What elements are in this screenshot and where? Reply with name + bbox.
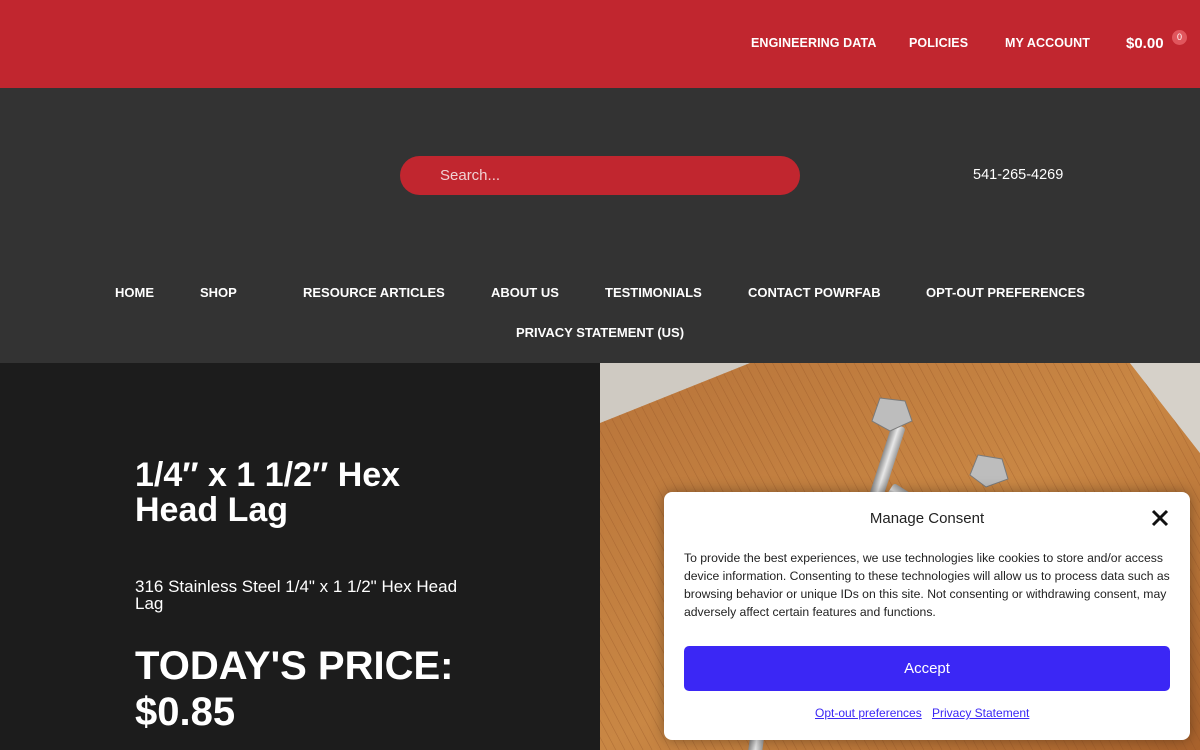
nav-resource-articles[interactable]: RESOURCE ARTICLES: [303, 285, 445, 300]
close-icon[interactable]: [1150, 508, 1170, 528]
nav-opt-out-preferences[interactable]: OPT-OUT PREFERENCES: [926, 285, 1085, 300]
search-input[interactable]: [400, 156, 800, 195]
nav-engineering-data[interactable]: ENGINEERING DATA: [751, 36, 876, 50]
cart-count-badge: 0: [1172, 30, 1187, 45]
nav-shop[interactable]: SHOP: [200, 285, 237, 300]
nav-contact-powrfab[interactable]: CONTACT POWRFAB: [748, 285, 881, 300]
product-description: 316 Stainless Steel 1/4" x 1 1/2" Hex He…: [135, 577, 458, 613]
cart-total[interactable]: $0.00: [1126, 35, 1164, 52]
nav-policies[interactable]: POLICIES: [909, 36, 968, 50]
privacy-statement-link[interactable]: Privacy Statement: [932, 706, 1029, 720]
product-title: 1/4″ x 1 1/2″ Hex Head Lag: [135, 456, 401, 529]
opt-out-preferences-link[interactable]: Opt-out preferences: [815, 706, 922, 720]
header: [0, 88, 1200, 363]
nav-privacy-statement[interactable]: PRIVACY STATEMENT (US): [516, 325, 684, 340]
consent-text: To provide the best experiences, we use …: [684, 551, 1170, 619]
phone-number[interactable]: 541-265-4269: [973, 167, 1063, 183]
nav-home[interactable]: HOME: [115, 285, 154, 300]
price-value: $0.85: [135, 690, 236, 734]
price-label: TODAY'S PRICE:: [135, 644, 454, 688]
nav-my-account[interactable]: MY ACCOUNT: [1005, 36, 1090, 50]
product-hero: [0, 363, 600, 750]
consent-dialog: Manage Consent To provide the best exper…: [664, 492, 1190, 740]
nav-testimonials[interactable]: TESTIMONIALS: [605, 285, 702, 300]
accept-button[interactable]: Accept: [684, 646, 1170, 691]
nav-about-us[interactable]: ABOUT US: [491, 285, 559, 300]
consent-title: Manage Consent: [869, 510, 985, 527]
